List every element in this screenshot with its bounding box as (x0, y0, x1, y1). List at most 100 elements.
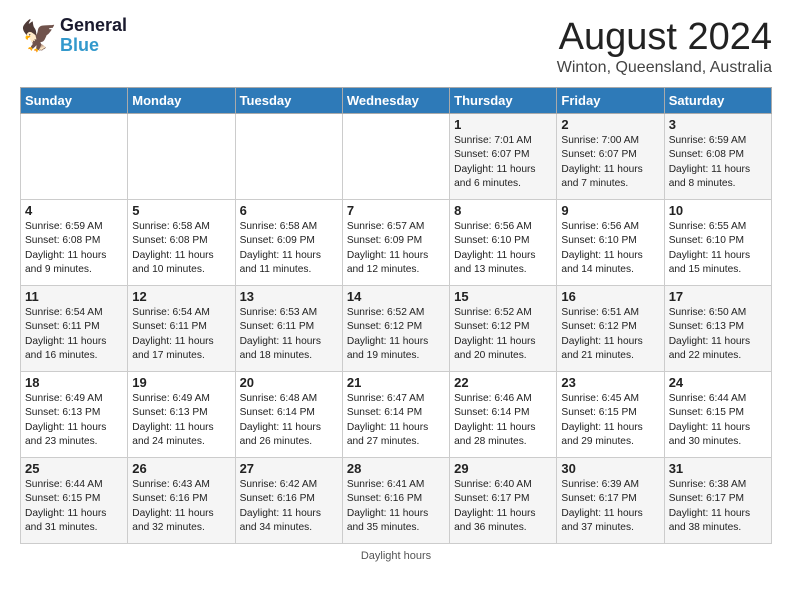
day-number: 16 (561, 289, 659, 304)
title-area: August 2024 Winton, Queensland, Australi… (557, 16, 772, 77)
logo-bird-icon: 🦅 (20, 18, 56, 54)
day-number: 7 (347, 203, 445, 218)
day-info: Sunrise: 6:48 AM Sunset: 6:14 PM Dayligh… (240, 392, 338, 449)
calendar-week-row: 11 Sunrise: 6:54 AM Sunset: 6:11 PM Dayli… (21, 286, 772, 372)
day-number: 31 (669, 461, 767, 476)
calendar-cell: 30 Sunrise: 6:39 AM Sunset: 6:17 PM Dayli… (557, 458, 664, 544)
calendar-cell: 2 Sunrise: 7:00 AM Sunset: 6:07 PM Daylig… (557, 114, 664, 200)
calendar-cell: 8 Sunrise: 6:56 AM Sunset: 6:10 PM Daylig… (450, 200, 557, 286)
calendar-cell: 13Sunrise: 6:53 AM Sunset: 6:11 PM Dayli… (235, 286, 342, 372)
day-number: 25 (25, 461, 123, 476)
day-number: 23 (561, 375, 659, 390)
day-number: 20 (240, 375, 338, 390)
day-info: Sunrise: 6:58 AM Sunset: 6:09 PM Dayligh… (240, 220, 338, 277)
calendar-cell: 9Sunrise: 6:56 AM Sunset: 6:10 PM Daylig… (557, 200, 664, 286)
day-number: 3 (669, 117, 767, 132)
day-info: Sunrise: 6:50 AM Sunset: 6:13 PM Dayligh… (669, 306, 767, 363)
logo: 🦅 General Blue (20, 16, 127, 56)
day-number: 4 (25, 203, 123, 218)
calendar-week-row: 4 Sunrise: 6:59 AM Sunset: 6:08 PM Daylig… (21, 200, 772, 286)
calendar-week-row: 18 Sunrise: 6:49 AM Sunset: 6:13 PM Dayli… (21, 372, 772, 458)
calendar-week-row: 25Sunrise: 6:44 AM Sunset: 6:15 PM Dayli… (21, 458, 772, 544)
day-number: 6 (240, 203, 338, 218)
day-info: Sunrise: 6:49 AM Sunset: 6:13 PM Dayligh… (132, 392, 230, 449)
calendar-cell (128, 114, 235, 200)
day-info: Sunrise: 6:40 AM Sunset: 6:17 PM Dayligh… (454, 478, 552, 535)
day-info: Sunrise: 6:56 AM Sunset: 6:10 PM Dayligh… (454, 220, 552, 277)
calendar-cell: 5 Sunrise: 6:58 AM Sunset: 6:08 PM Daylig… (128, 200, 235, 286)
day-info: Sunrise: 6:56 AM Sunset: 6:10 PM Dayligh… (561, 220, 659, 277)
calendar-cell: 31 Sunrise: 6:38 AM Sunset: 6:17 PM Dayli… (664, 458, 771, 544)
day-info: Sunrise: 6:54 AM Sunset: 6:11 PM Dayligh… (25, 306, 123, 363)
day-number: 26 (132, 461, 230, 476)
calendar-cell: 29 Sunrise: 6:40 AM Sunset: 6:17 PM Dayli… (450, 458, 557, 544)
day-header-wednesday: Wednesday (342, 88, 449, 114)
day-number: 2 (561, 117, 659, 132)
calendar-cell: 21Sunrise: 6:47 AM Sunset: 6:14 PM Dayli… (342, 372, 449, 458)
logo-text: General Blue (60, 16, 127, 56)
day-header-monday: Monday (128, 88, 235, 114)
day-info: Sunrise: 6:54 AM Sunset: 6:11 PM Dayligh… (132, 306, 230, 363)
calendar-cell (235, 114, 342, 200)
day-info: Sunrise: 6:44 AM Sunset: 6:15 PM Dayligh… (669, 392, 767, 449)
day-info: Sunrise: 6:55 AM Sunset: 6:10 PM Dayligh… (669, 220, 767, 277)
calendar-cell: 1Sunrise: 7:01 AM Sunset: 6:07 PM Daylig… (450, 114, 557, 200)
day-number: 29 (454, 461, 552, 476)
day-header-tuesday: Tuesday (235, 88, 342, 114)
page: 🦅 General Blue August 2024 Winton, Queen… (0, 0, 792, 572)
day-info: Sunrise: 6:46 AM Sunset: 6:14 PM Dayligh… (454, 392, 552, 449)
day-info: Sunrise: 6:53 AM Sunset: 6:11 PM Dayligh… (240, 306, 338, 363)
day-info: Sunrise: 6:41 AM Sunset: 6:16 PM Dayligh… (347, 478, 445, 535)
day-info: Sunrise: 6:58 AM Sunset: 6:08 PM Dayligh… (132, 220, 230, 277)
day-number: 11 (25, 289, 123, 304)
calendar-cell: 26 Sunrise: 6:43 AM Sunset: 6:16 PM Dayli… (128, 458, 235, 544)
day-number: 21 (347, 375, 445, 390)
calendar-cell: 24 Sunrise: 6:44 AM Sunset: 6:15 PM Dayli… (664, 372, 771, 458)
day-info: Sunrise: 6:59 AM Sunset: 6:08 PM Dayligh… (25, 220, 123, 277)
day-info: Sunrise: 6:57 AM Sunset: 6:09 PM Dayligh… (347, 220, 445, 277)
header: 🦅 General Blue August 2024 Winton, Queen… (20, 16, 772, 77)
calendar-cell: 22 Sunrise: 6:46 AM Sunset: 6:14 PM Dayli… (450, 372, 557, 458)
day-number: 10 (669, 203, 767, 218)
calendar-cell (342, 114, 449, 200)
day-info: Sunrise: 6:43 AM Sunset: 6:16 PM Dayligh… (132, 478, 230, 535)
location-title: Winton, Queensland, Australia (557, 59, 772, 77)
day-info: Sunrise: 6:49 AM Sunset: 6:13 PM Dayligh… (25, 392, 123, 449)
day-header-saturday: Saturday (664, 88, 771, 114)
day-info: Sunrise: 6:52 AM Sunset: 6:12 PM Dayligh… (454, 306, 552, 363)
day-info: Sunrise: 6:38 AM Sunset: 6:17 PM Dayligh… (669, 478, 767, 535)
day-info: Sunrise: 6:39 AM Sunset: 6:17 PM Dayligh… (561, 478, 659, 535)
day-info: Sunrise: 7:01 AM Sunset: 6:07 PM Dayligh… (454, 134, 552, 191)
calendar-cell: 3 Sunrise: 6:59 AM Sunset: 6:08 PM Daylig… (664, 114, 771, 200)
daylight-hours-label: Daylight hours (361, 550, 431, 562)
calendar-table: SundayMondayTuesdayWednesdayThursdayFrid… (20, 87, 772, 544)
day-info: Sunrise: 6:51 AM Sunset: 6:12 PM Dayligh… (561, 306, 659, 363)
logo-blue: Blue (60, 36, 127, 56)
calendar-cell: 7 Sunrise: 6:57 AM Sunset: 6:09 PM Daylig… (342, 200, 449, 286)
day-info: Sunrise: 7:00 AM Sunset: 6:07 PM Dayligh… (561, 134, 659, 191)
calendar-cell: 15 Sunrise: 6:52 AM Sunset: 6:12 PM Dayli… (450, 286, 557, 372)
calendar-cell: 17Sunrise: 6:50 AM Sunset: 6:13 PM Dayli… (664, 286, 771, 372)
day-number: 24 (669, 375, 767, 390)
calendar-cell (21, 114, 128, 200)
day-number: 30 (561, 461, 659, 476)
day-number: 12 (132, 289, 230, 304)
day-info: Sunrise: 6:45 AM Sunset: 6:15 PM Dayligh… (561, 392, 659, 449)
calendar-cell: 18 Sunrise: 6:49 AM Sunset: 6:13 PM Dayli… (21, 372, 128, 458)
calendar-cell: 20 Sunrise: 6:48 AM Sunset: 6:14 PM Dayli… (235, 372, 342, 458)
day-info: Sunrise: 6:59 AM Sunset: 6:08 PM Dayligh… (669, 134, 767, 191)
day-info: Sunrise: 6:42 AM Sunset: 6:16 PM Dayligh… (240, 478, 338, 535)
calendar-header-row: SundayMondayTuesdayWednesdayThursdayFrid… (21, 88, 772, 114)
calendar-cell: 16 Sunrise: 6:51 AM Sunset: 6:12 PM Dayli… (557, 286, 664, 372)
calendar-cell: 10 Sunrise: 6:55 AM Sunset: 6:10 PM Dayli… (664, 200, 771, 286)
calendar-cell: 28 Sunrise: 6:41 AM Sunset: 6:16 PM Dayli… (342, 458, 449, 544)
day-header-friday: Friday (557, 88, 664, 114)
day-number: 14 (347, 289, 445, 304)
day-number: 19 (132, 375, 230, 390)
day-number: 5 (132, 203, 230, 218)
day-number: 8 (454, 203, 552, 218)
day-number: 22 (454, 375, 552, 390)
day-number: 28 (347, 461, 445, 476)
day-number: 15 (454, 289, 552, 304)
day-number: 18 (25, 375, 123, 390)
